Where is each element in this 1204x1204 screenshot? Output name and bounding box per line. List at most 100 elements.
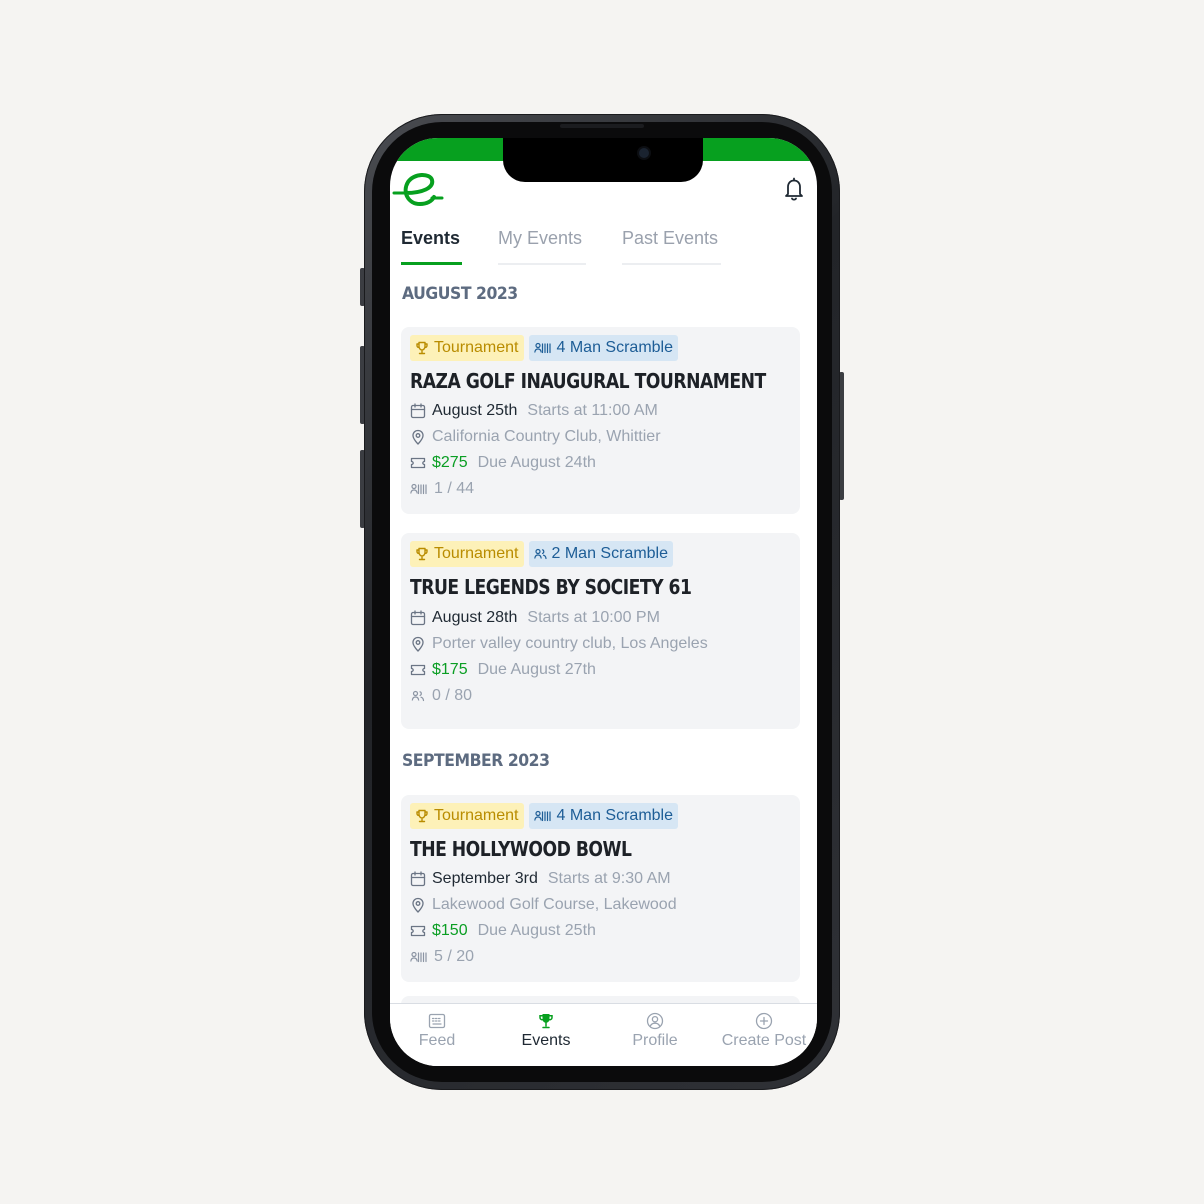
tab-my-events-label: My Events: [498, 228, 583, 248]
event-location: Porter valley country club, Los Angeles: [432, 635, 708, 652]
event-start-time: Starts at 10:00 PM: [527, 609, 660, 626]
location-pin-icon: [412, 429, 424, 445]
event-capacity-row: 5 / 20: [410, 946, 474, 968]
event-capacity-row: 0 / 80: [410, 685, 472, 707]
profile-icon: [646, 1012, 664, 1030]
format-badge: 2 Man Scramble: [528, 541, 673, 567]
event-price: $175: [432, 661, 468, 678]
format-badge: 4 Man Scramble: [528, 803, 678, 829]
group-icon: [410, 483, 427, 495]
nav-events-label: Events: [521, 1032, 571, 1049]
group-icon: [533, 548, 547, 560]
group-icon: [411, 690, 425, 702]
location-pin-icon: [412, 897, 424, 913]
event-location-row: Lakewood Golf Course, Lakewood: [410, 894, 677, 916]
notch: [503, 138, 703, 182]
tab-past-events[interactable]: Past Events: [622, 228, 721, 266]
tab-events-underline: [401, 262, 462, 265]
event-location-row: Porter valley country club, Los Angeles: [410, 633, 708, 655]
tournament-badge: Tournament: [410, 541, 524, 567]
calendar-icon: [410, 403, 426, 419]
calendar-icon: [410, 610, 426, 626]
event-due-date: Due August 24th: [477, 454, 596, 471]
format-badge-label: 4 Man Scramble: [556, 339, 674, 356]
event-due-date: Due August 25th: [477, 922, 596, 939]
tab-events-label: Events: [401, 228, 461, 248]
event-card[interactable]: Tournament 4 Man Scramble THE HOLLYWOOD …: [401, 795, 800, 982]
format-badge: 4 Man Scramble: [528, 335, 678, 361]
event-badges: Tournament 2 Man Scramble: [410, 541, 673, 567]
group-icon: [410, 951, 427, 963]
trophy-icon: [416, 547, 428, 561]
event-title: TRUE LEGENDS BY SOCIETY 61: [410, 575, 692, 599]
event-card[interactable]: Tournament 2 Man Scramble TRUE LEGENDS B…: [401, 533, 800, 729]
app-logo-icon[interactable]: [392, 168, 448, 212]
tournament-badge: Tournament: [410, 335, 524, 361]
ticket-icon: [410, 457, 426, 469]
tournament-badge-label: Tournament: [434, 807, 519, 824]
trophy-icon: [416, 341, 428, 355]
calendar-icon: [410, 871, 426, 887]
trophy-icon: [539, 1014, 553, 1029]
event-price-row: $275 Due August 24th: [410, 452, 596, 474]
ticket-icon: [410, 925, 426, 937]
event-date: September 3rd: [432, 870, 538, 887]
month-heading: SEPTEMBER 2023: [402, 751, 550, 771]
nav-create-post-label: Create Post: [721, 1032, 807, 1049]
tab-past-events-underline: [622, 263, 721, 265]
tab-my-events-underline: [498, 263, 586, 265]
event-card[interactable]: Tournament 4 Man Scramble RAZA GOLF INAU…: [401, 327, 800, 514]
location-pin-icon: [412, 636, 424, 652]
nav-create-post[interactable]: Create Post: [709, 1012, 817, 1050]
month-heading: AUGUST 2023: [402, 284, 518, 304]
front-camera: [639, 148, 649, 158]
group-icon: [533, 342, 551, 354]
format-badge-label: 2 Man Scramble: [551, 545, 669, 562]
tournament-badge-label: Tournament: [434, 545, 519, 562]
event-date: August 28th: [432, 609, 518, 626]
phone-speaker: [560, 124, 644, 128]
event-tabs: Events My Events Past Events: [401, 228, 806, 268]
event-date-row: August 25th Starts at 11:00 AM: [410, 400, 658, 422]
app-screen: Events My Events Past Events AUGUST 2023…: [390, 138, 817, 1066]
tab-past-events-label: Past Events: [622, 228, 719, 248]
event-price: $150: [432, 922, 468, 939]
nav-feed[interactable]: Feed: [390, 1012, 492, 1050]
event-title: THE HOLLYWOOD BOWL: [410, 837, 632, 861]
event-price-row: $150 Due August 25th: [410, 920, 596, 942]
tab-my-events[interactable]: My Events: [498, 228, 586, 266]
nav-profile[interactable]: Profile: [600, 1012, 710, 1050]
event-location: Lakewood Golf Course, Lakewood: [432, 896, 677, 913]
nav-events[interactable]: Events: [491, 1012, 601, 1050]
bottom-nav: Feed Events Profile Create Post: [390, 1003, 817, 1066]
event-price: $275: [432, 454, 468, 471]
plus-circle-icon: [755, 1012, 773, 1030]
event-capacity: 5 / 20: [434, 948, 475, 965]
tournament-badge: Tournament: [410, 803, 524, 829]
bell-icon[interactable]: [782, 176, 806, 202]
event-date: August 25th: [432, 402, 518, 419]
nav-feed-label: Feed: [418, 1032, 456, 1049]
event-capacity: 1 / 44: [434, 480, 475, 497]
event-start-time: Starts at 9:30 AM: [547, 870, 671, 887]
event-due-date: Due August 27th: [477, 661, 596, 678]
event-start-time: Starts at 11:00 AM: [527, 402, 658, 419]
event-location-row: California Country Club, Whittier: [410, 426, 661, 448]
event-date-row: August 28th Starts at 10:00 PM: [410, 607, 660, 629]
event-price-row: $175 Due August 27th: [410, 659, 596, 681]
tab-events[interactable]: Events: [401, 228, 462, 266]
nav-profile-label: Profile: [632, 1032, 678, 1049]
group-icon: [533, 810, 551, 822]
event-badges: Tournament 4 Man Scramble: [410, 803, 678, 829]
feed-icon: [428, 1013, 446, 1029]
tournament-badge-label: Tournament: [434, 339, 519, 356]
event-capacity: 0 / 80: [432, 687, 473, 704]
event-title: RAZA GOLF INAUGURAL TOURNAMENT: [410, 369, 766, 393]
format-badge-label: 4 Man Scramble: [556, 807, 674, 824]
event-date-row: September 3rd Starts at 9:30 AM: [410, 868, 671, 890]
event-location: California Country Club, Whittier: [432, 428, 661, 445]
trophy-icon: [416, 809, 428, 823]
event-capacity-row: 1 / 44: [410, 478, 474, 500]
ticket-icon: [410, 664, 426, 676]
event-badges: Tournament 4 Man Scramble: [410, 335, 678, 361]
